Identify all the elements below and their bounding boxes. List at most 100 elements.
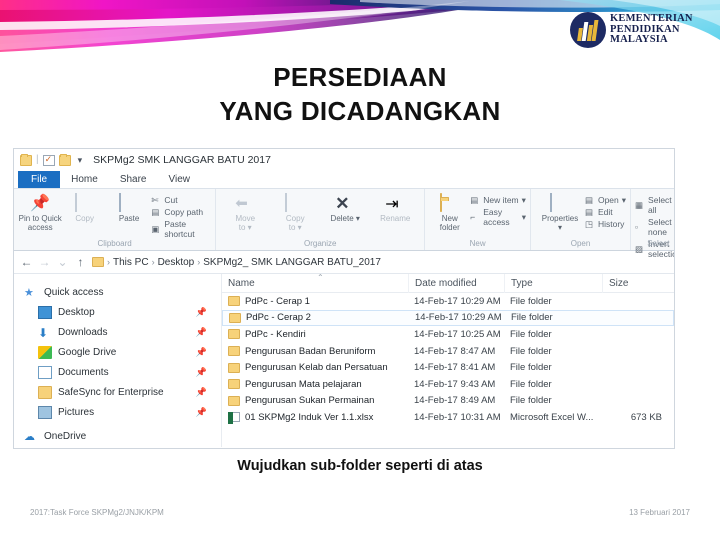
breadcrumb-item-desktop[interactable]: Desktop: [158, 257, 195, 268]
ribbon-group-organize: ⬅ Move to ▾ Copy to ▾ ✕ Delete ▾ ⇥ Rename: [215, 189, 424, 250]
select-all-label: Select all: [648, 195, 672, 215]
pin-icon[interactable]: 📌: [196, 327, 207, 338]
folder-icon: [228, 362, 240, 373]
up-arrow-icon[interactable]: ↑: [74, 256, 87, 268]
sidebar-item-downloads[interactable]: ⬇ Downloads 📌: [24, 322, 221, 342]
copy-button[interactable]: Copy: [62, 191, 106, 224]
file-name-label: PdPc - Cerap 2: [246, 312, 311, 324]
column-header-type[interactable]: Type: [504, 273, 602, 293]
cut-button[interactable]: ✄ Cut: [151, 195, 211, 205]
file-name-label: Pengurusan Kelab dan Persatuan: [245, 362, 388, 374]
table-row[interactable]: Pengurusan Kelab dan Persatuan 14-Feb-17 …: [222, 359, 674, 376]
chevron-down-icon[interactable]: ▾: [522, 195, 526, 205]
easy-access-button[interactable]: ⌐ Easy access ▾: [470, 207, 526, 227]
sidebar-label: Google Drive: [58, 346, 117, 358]
sidebar-label: Downloads: [58, 326, 108, 338]
file-name-cell: PdPc - Cerap 1: [222, 296, 408, 307]
footer-left: 2017:Task Force SKPMg2/JNJK/KPM: [30, 508, 164, 517]
table-row[interactable]: Pengurusan Mata pelajaran 14-Feb-17 9:43 …: [222, 376, 674, 393]
sidebar-item-onedrive[interactable]: ☁ OneDrive: [24, 426, 221, 446]
sidebar-item-desktop[interactable]: Desktop 📌: [24, 302, 221, 322]
file-type-cell: File folder: [510, 362, 552, 374]
new-folder-quick-icon[interactable]: [58, 153, 71, 166]
table-row[interactable]: Pengurusan Badan Beruniform 14-Feb-17 8:4…: [222, 343, 674, 360]
breadcrumb[interactable]: › This PC › Desktop › SKPMg2_ SMK LANGGA…: [92, 257, 381, 268]
file-type-cell: File folder: [510, 378, 552, 390]
sidebar-label: OneDrive: [44, 430, 87, 442]
chevron-down-icon[interactable]: ▾: [522, 212, 526, 222]
pin-to-quick-access-button[interactable]: 📌 Pin to Quick access: [18, 191, 62, 232]
select-none-button[interactable]: ▫ Select none: [635, 217, 674, 237]
chevron-down-icon[interactable]: ▾: [75, 155, 86, 165]
sidebar-label: Pictures: [58, 406, 95, 418]
tab-file[interactable]: File: [18, 171, 61, 188]
group-label-clipboard: Clipboard: [97, 239, 132, 248]
file-name-cell: Pengurusan Sukan Permainan: [222, 395, 408, 406]
table-row[interactable]: PdPc - Cerap 1 14-Feb-17 10:29 AM File fol…: [222, 293, 674, 310]
pin-icon[interactable]: 📌: [196, 387, 207, 398]
recent-locations-icon[interactable]: ⌄: [56, 256, 69, 268]
history-button[interactable]: ◳ History: [585, 219, 626, 229]
paste-shortcut-label: Paste shortcut: [164, 219, 195, 239]
properties-label: Properties ▾: [541, 214, 579, 232]
pin-icon[interactable]: 📌: [196, 347, 207, 358]
window-title: SKPMg2 SMK LANGGAR BATU 2017: [93, 154, 271, 166]
paste-shortcut-button[interactable]: ▣ Paste shortcut: [151, 219, 211, 239]
tab-view[interactable]: View: [158, 171, 202, 188]
folder-icon: [229, 312, 241, 323]
breadcrumb-item-current[interactable]: SKPMg2_ SMK LANGGAR BATU_2017: [203, 257, 381, 268]
pin-icon[interactable]: 📌: [196, 367, 207, 378]
title-line-1: PERSEDIAAN: [273, 62, 447, 92]
edit-button[interactable]: ▤ Edit: [585, 207, 626, 217]
copy-path-button[interactable]: ▤ Copy path: [151, 207, 211, 217]
table-row[interactable]: Pengurusan Sukan Permainan 14-Feb-17 8:49…: [222, 393, 674, 410]
move-to-button[interactable]: ⬅ Move to ▾: [220, 191, 270, 232]
edit-icon: ▤: [584, 207, 593, 217]
back-arrow-icon[interactable]: ←: [20, 256, 33, 268]
file-name-label: Pengurusan Badan Beruniform: [245, 345, 376, 357]
column-header-size[interactable]: Size: [602, 273, 672, 293]
open-button[interactable]: ▤ Open ▾: [585, 195, 626, 205]
breadcrumb-item-this-pc[interactable]: This PC: [113, 257, 149, 268]
move-to-label: Move to ▾: [235, 214, 256, 232]
pin-icon[interactable]: 📌: [196, 407, 207, 418]
folder-icon[interactable]: [20, 153, 32, 166]
ribbon-group-new: Newfolder ▤ New item ▾ ⌐ Easy access ▾: [424, 189, 530, 250]
sidebar-item-documents[interactable]: Documents 📌: [24, 362, 221, 382]
new-folder-button[interactable]: New folder: [429, 191, 470, 232]
table-row[interactable]: 01 SKPMg2 Induk Ver 1.1.xlsx 14-Feb-17 10…: [222, 409, 674, 426]
copy-to-button[interactable]: Copy to ▾: [270, 191, 320, 232]
sidebar-item-safesync[interactable]: SafeSync for Enterprise 📌: [24, 382, 221, 402]
new-folder-label: New folder: [439, 214, 460, 232]
properties-icon[interactable]: [42, 154, 55, 166]
chevron-down-icon[interactable]: ▾: [622, 195, 626, 205]
folder-icon: [38, 385, 52, 399]
select-all-icon: ▦: [635, 200, 644, 210]
table-row[interactable]: PdPc - Kendiri 14-Feb-17 10:25 AM File fol…: [222, 326, 674, 343]
paste-button[interactable]: Paste: [107, 191, 151, 224]
sidebar-item-google-drive[interactable]: Google Drive 📌: [24, 342, 221, 362]
select-all-button[interactable]: ▦ Select all: [635, 195, 674, 215]
rename-button[interactable]: ⇥ Rename: [370, 191, 420, 224]
paste-icon: [119, 193, 139, 214]
properties-button[interactable]: Properties ▾: [535, 191, 585, 232]
navigation-pane[interactable]: ★ Quick access Desktop 📌 ⬇ Downloads 📌 G…: [14, 274, 222, 447]
pin-icon[interactable]: 📌: [196, 307, 207, 318]
forward-arrow-icon[interactable]: →: [38, 256, 51, 268]
column-header-date-modified[interactable]: Date modified: [408, 273, 504, 293]
file-type-cell: File folder: [510, 295, 552, 307]
download-icon: ⬇: [38, 325, 49, 340]
table-row[interactable]: PdPc - Cerap 2 14-Feb-17 10:29 AM File fol…: [222, 309, 674, 327]
folder-icon: [228, 346, 240, 357]
column-header-name[interactable]: Name: [222, 274, 408, 293]
tab-home[interactable]: Home: [60, 171, 109, 188]
delete-button[interactable]: ✕ Delete ▾: [320, 191, 370, 224]
file-date-cell: 14-Feb-17 10:31 AM: [414, 411, 501, 423]
new-item-button[interactable]: ▤ New item ▾: [470, 195, 526, 205]
delete-icon: ✕: [335, 194, 350, 213]
sidebar-item-quick-access[interactable]: ★ Quick access: [24, 282, 221, 302]
copy-icon: [74, 193, 95, 214]
tab-share[interactable]: Share: [109, 171, 158, 188]
new-folder-icon: [439, 193, 460, 214]
sidebar-item-pictures[interactable]: Pictures 📌: [24, 402, 221, 422]
